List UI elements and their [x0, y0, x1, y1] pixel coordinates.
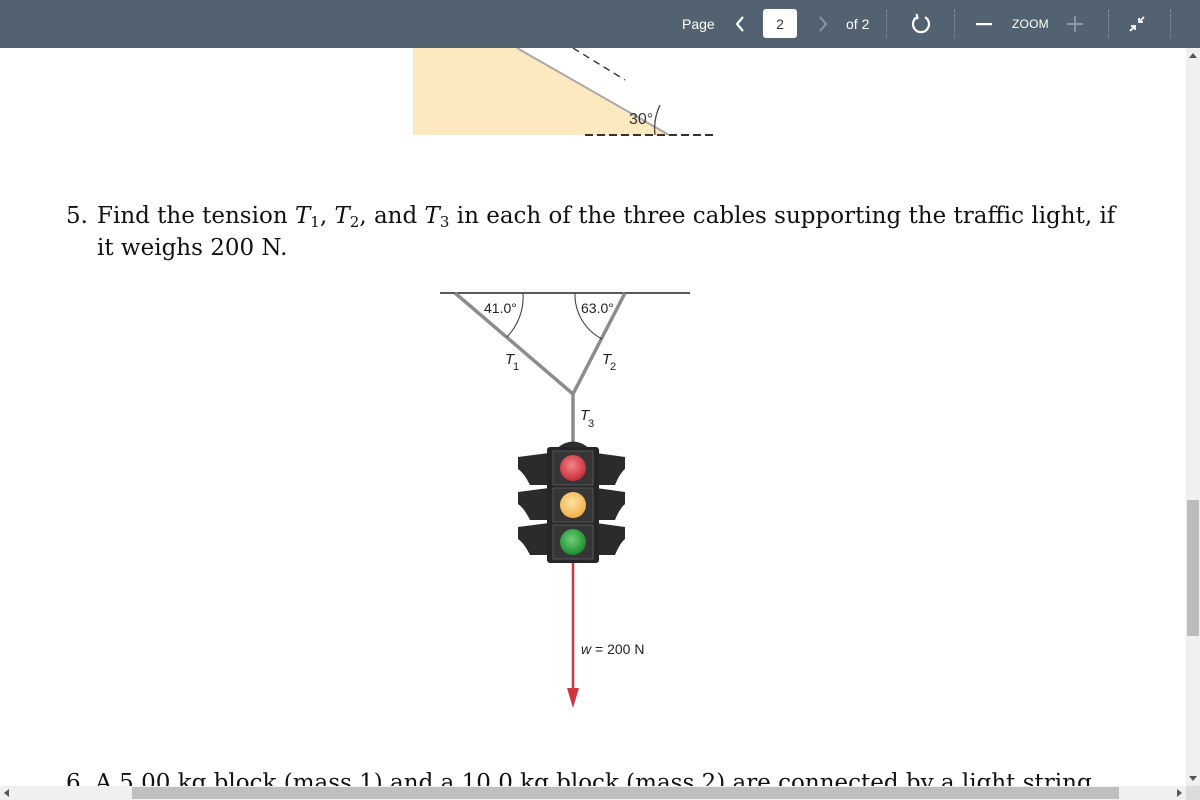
scroll-right-arrow-icon[interactable] — [1177, 789, 1182, 797]
toolbar-divider — [886, 10, 887, 38]
scroll-left-arrow-icon[interactable] — [4, 789, 9, 797]
weight-label: w = 200 N — [581, 641, 644, 657]
zoom-out-button[interactable] — [975, 0, 993, 48]
traffic-light-figure: 41.0° 63.0° T 1 T 2 T 3 w = 200 N — [440, 291, 690, 708]
visor-left — [518, 523, 549, 555]
zoom-in-button[interactable] — [1066, 0, 1084, 48]
angle-label-right: 63.0° — [581, 300, 614, 316]
weight-value: = 200 N — [595, 641, 644, 657]
zoom-label-container: ZOOM — [1012, 0, 1049, 48]
rotate-button[interactable] — [908, 0, 934, 48]
traffic-light — [518, 441, 625, 563]
visor-right — [596, 453, 625, 485]
tension-label-subscript: 3 — [588, 418, 594, 430]
scroll-up-arrow-icon[interactable] — [1189, 53, 1197, 58]
yellow-light — [560, 492, 586, 518]
tension-label-subscript: 2 — [610, 361, 616, 373]
page-count-container: of 2 — [846, 0, 869, 48]
chevron-left-icon — [735, 16, 744, 32]
visor-left — [518, 453, 549, 485]
tension-label-t1: T 1 — [505, 351, 519, 373]
chevron-right-icon — [819, 16, 828, 32]
toolbar-divider — [954, 10, 955, 38]
vertical-scrollbar[interactable] — [1186, 48, 1200, 786]
page-count: of 2 — [846, 16, 870, 32]
vertical-scrollbar-thumb[interactable] — [1187, 500, 1199, 636]
page-label-container: Page — [682, 0, 715, 48]
visor-right — [596, 523, 625, 555]
visor-left — [518, 488, 549, 520]
page-number-input[interactable] — [763, 9, 797, 38]
collapse-arrows-icon — [1129, 16, 1145, 32]
scroll-down-arrow-icon[interactable] — [1189, 776, 1197, 781]
problem-6-partial: 6. A 5.00 kg block (mass 1) and a 10.0 k… — [66, 770, 1092, 786]
previous-page-button[interactable] — [730, 0, 750, 48]
visor-right — [596, 488, 625, 520]
green-light — [560, 529, 586, 555]
tension-label-t3: T 3 — [580, 407, 594, 430]
horizontal-scrollbar-thumb[interactable] — [132, 787, 1119, 799]
tension-label-t2: T 2 — [602, 351, 616, 373]
next-page-button[interactable] — [813, 0, 833, 48]
weight-arrow-head — [567, 688, 579, 708]
toolbar-divider — [1108, 10, 1109, 38]
minus-icon — [976, 23, 992, 26]
fit-page-button[interactable] — [1127, 0, 1147, 48]
tension-label-subscript: 1 — [513, 361, 519, 373]
plus-icon — [1067, 16, 1083, 32]
page-label: Page — [682, 16, 715, 32]
toolbar-divider — [1170, 10, 1171, 38]
pdf-toolbar: Page of 2 ZOOM — [0, 0, 1200, 48]
rotate-clockwise-icon — [911, 13, 931, 34]
document-viewport: 30° 5. Find the tension T1, T2, and T3 i… — [0, 48, 1186, 786]
scrollbar-corner — [1186, 786, 1200, 800]
angle-label-left: 41.0° — [484, 300, 517, 316]
red-light — [560, 455, 586, 481]
zoom-label: ZOOM — [1012, 17, 1049, 31]
weight-symbol: w — [581, 641, 592, 657]
